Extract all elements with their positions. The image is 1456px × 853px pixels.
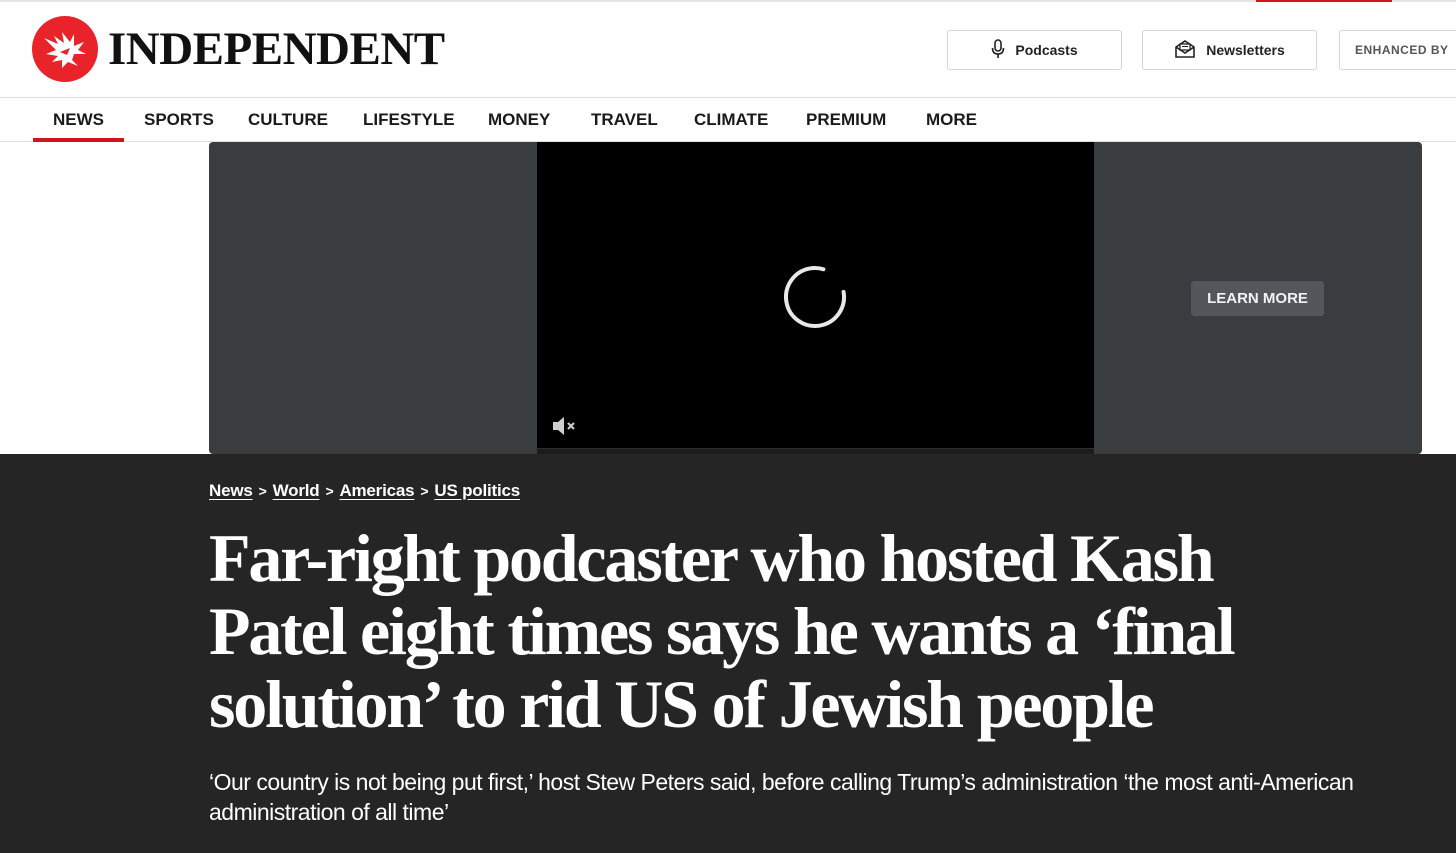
- breadcrumb-world[interactable]: World: [273, 481, 320, 501]
- podcasts-button[interactable]: Podcasts: [947, 30, 1122, 70]
- eagle-logo-icon: [32, 16, 98, 82]
- nav-item-more[interactable]: MORE: [926, 98, 977, 141]
- site-logo[interactable]: INDEPENDENT: [32, 16, 445, 82]
- nav-item-travel[interactable]: TRAVEL: [591, 98, 658, 141]
- learn-more-button[interactable]: LEARN MORE: [1191, 281, 1324, 316]
- breadcrumb-separator: >: [258, 483, 267, 499]
- enhanced-by-label: ENHANCED BY: [1355, 43, 1449, 57]
- newsletters-button[interactable]: Newsletters: [1142, 30, 1317, 70]
- nav-item-lifestyle[interactable]: LIFESTYLE: [363, 98, 455, 141]
- article-headline: Far-right podcaster who hosted Kash Pate…: [209, 520, 1236, 742]
- nav-item-culture[interactable]: CULTURE: [248, 98, 328, 141]
- nav-item-climate[interactable]: CLIMATE: [694, 98, 768, 141]
- newsletter-icon: [1174, 39, 1196, 62]
- nav-item-money[interactable]: MONEY: [488, 98, 550, 141]
- loading-spinner-icon: [782, 264, 848, 330]
- nav-item-sports[interactable]: SPORTS: [144, 98, 214, 141]
- breadcrumb: News > World > Americas > US politics: [209, 481, 520, 501]
- podcasts-label: Podcasts: [1015, 42, 1078, 58]
- nav-item-premium[interactable]: PREMIUM: [806, 98, 886, 141]
- breadcrumb-separator: >: [325, 483, 334, 499]
- masthead: INDEPENDENT Podcasts Newsletters ENHANCE…: [0, 2, 1456, 98]
- breadcrumb-americas[interactable]: Americas: [339, 481, 414, 501]
- newsletters-label: Newsletters: [1206, 42, 1285, 58]
- breadcrumb-news[interactable]: News: [209, 481, 253, 501]
- article-header: News > World > Americas > US politics Fa…: [0, 454, 1456, 853]
- microphone-icon: [991, 38, 1005, 62]
- main-nav: NEWS SPORTS CULTURE LIFESTYLE MONEY TRAV…: [0, 98, 1456, 142]
- breadcrumb-us-politics[interactable]: US politics: [434, 481, 520, 501]
- breadcrumb-separator: >: [420, 483, 429, 499]
- article-standfirst: ‘Our country is not being put first,’ ho…: [209, 769, 1354, 825]
- search-button[interactable]: ENHANCED BY: [1339, 30, 1456, 70]
- mute-icon[interactable]: [551, 414, 579, 438]
- nav-item-news[interactable]: NEWS: [33, 98, 124, 142]
- video-player[interactable]: [537, 142, 1094, 454]
- logo-wordmark: INDEPENDENT: [108, 22, 445, 75]
